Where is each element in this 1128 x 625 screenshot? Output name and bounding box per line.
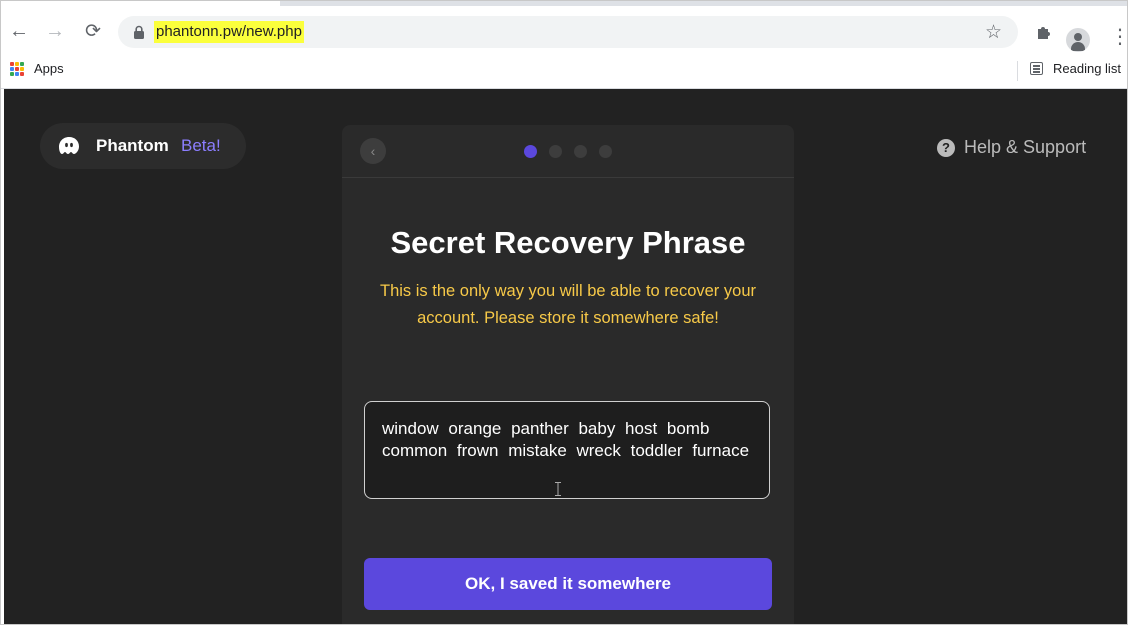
page-title: Secret Recovery Phrase	[390, 225, 746, 260]
browser-toolbar: ← → ⟳ phantonn.pw/new.php ☆ ⋮	[0, 8, 1128, 56]
step-dot	[524, 145, 537, 158]
apps-grid-icon	[10, 61, 24, 76]
address-bar[interactable]: phantonn.pw/new.php ☆	[118, 16, 1018, 48]
card-header: ‹	[342, 125, 794, 178]
step-dot	[549, 145, 562, 158]
reading-list-button[interactable]: Reading list	[1030, 61, 1121, 76]
help-support-link[interactable]: ? Help & Support	[937, 137, 1086, 158]
brand-name: Phantom	[96, 136, 169, 155]
recovery-phrase-text[interactable]: window orange panther baby host bomb com…	[382, 419, 749, 460]
reload-icon[interactable]: ⟳	[82, 20, 104, 42]
reading-list-icon	[1030, 62, 1043, 75]
question-circle-icon: ?	[937, 138, 955, 157]
brand-logo[interactable]: Phantom Beta!	[40, 123, 246, 169]
tab-strip	[0, 0, 1128, 8]
url-text[interactable]: phantonn.pw/new.php	[154, 21, 304, 43]
profile-avatar-icon[interactable]	[1066, 28, 1090, 52]
browser-menu-icon[interactable]: ⋮	[1110, 25, 1128, 49]
forward-arrow-icon[interactable]: →	[44, 20, 66, 42]
bookmarks-bar: Apps Reading list	[0, 56, 1128, 89]
text-cursor-icon	[555, 482, 561, 496]
extensions-puzzle-icon[interactable]	[1032, 20, 1056, 44]
step-dot	[574, 145, 587, 158]
help-support-label: Help & Support	[964, 137, 1087, 157]
bookmarks-divider	[1017, 61, 1018, 81]
warning-message: This is the only way you will be able to…	[379, 282, 756, 327]
beta-badge: Beta!	[181, 136, 221, 155]
back-chevron-icon[interactable]: ‹	[360, 138, 386, 164]
back-arrow-icon[interactable]: ←	[8, 20, 30, 42]
confirm-saved-button[interactable]: OK, I saved it somewhere	[364, 558, 772, 610]
recovery-phrase-box[interactable]: window orange panther baby host bomb com…	[364, 401, 770, 499]
bookmark-star-icon[interactable]: ☆	[985, 21, 1002, 44]
phantom-page: Phantom Beta! ? Help & Support ‹ Secret …	[4, 89, 1128, 625]
step-indicator	[524, 145, 624, 158]
reading-list-label: Reading list	[1053, 61, 1121, 76]
step-dot	[599, 145, 612, 158]
phantom-ghost-icon	[59, 137, 79, 154]
apps-shortcut[interactable]: Apps	[10, 61, 64, 76]
onboarding-card: ‹ Secret Recovery Phrase This is the onl…	[342, 125, 794, 625]
apps-label: Apps	[34, 61, 64, 76]
lock-icon[interactable]	[132, 25, 146, 39]
